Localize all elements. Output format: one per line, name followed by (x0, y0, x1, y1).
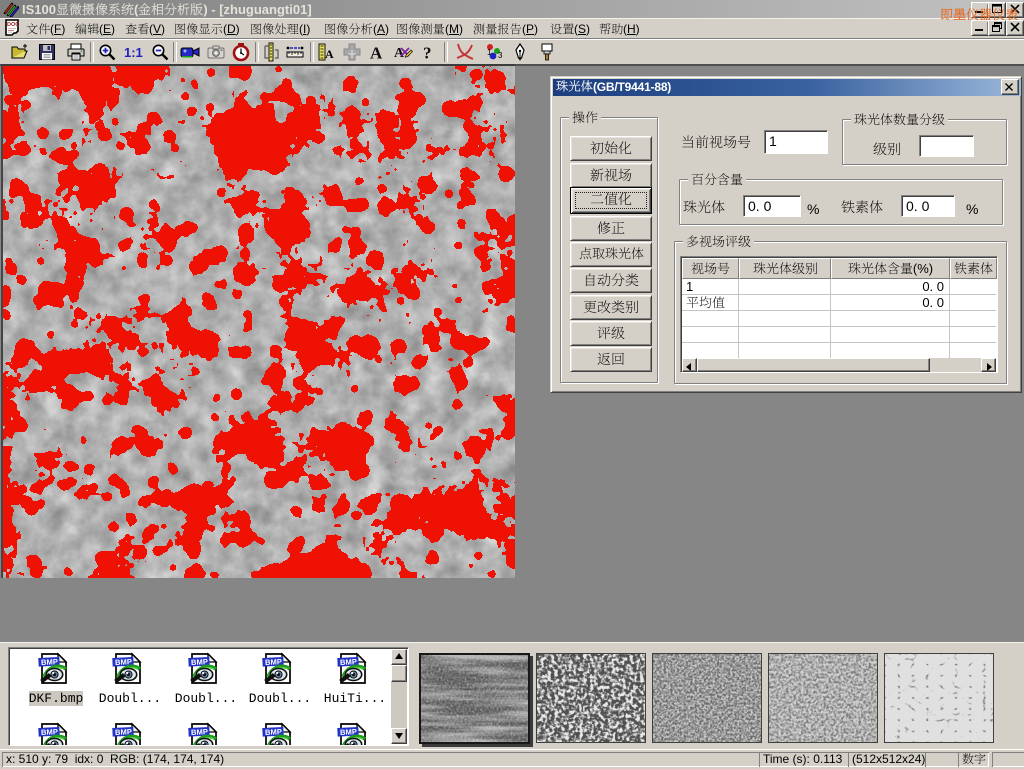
svg-text:A: A (370, 44, 383, 63)
svg-text:?: ? (423, 44, 432, 63)
svg-text:DOC: DOC (7, 22, 19, 28)
svg-text:1: 1 (487, 48, 492, 57)
svg-text:3: 3 (498, 51, 503, 60)
svg-text:A: A (325, 47, 334, 61)
svg-text:1:1: 1:1 (124, 45, 143, 60)
